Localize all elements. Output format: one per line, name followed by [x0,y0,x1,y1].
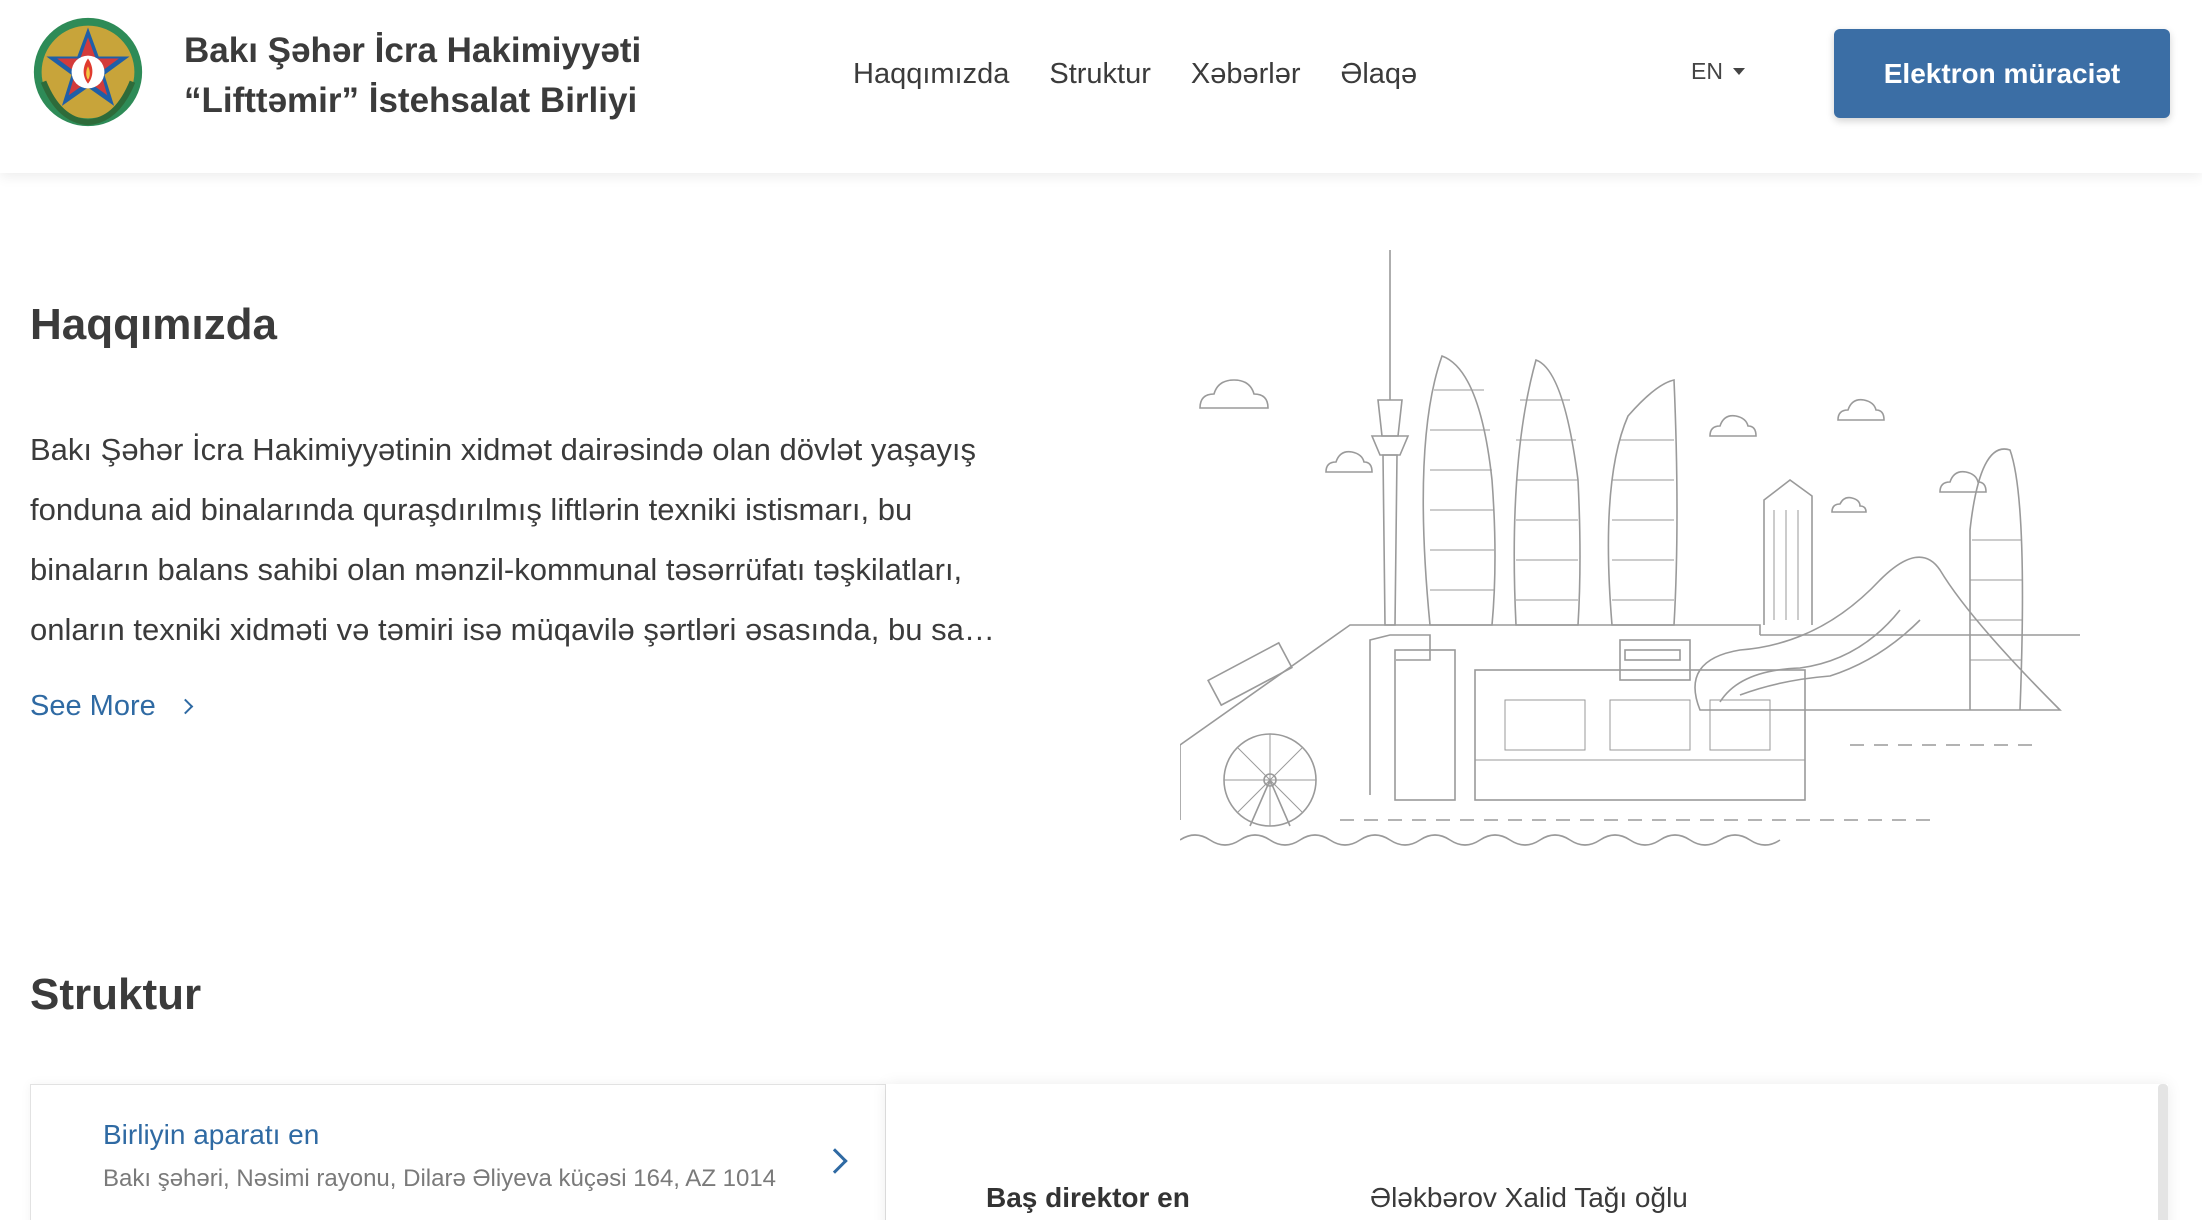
main-nav: Haqqımızda Struktur Xəbərlər Əlaqə [853,50,1457,98]
chevron-right-icon [822,1148,848,1174]
role-label: Baş direktor en [986,1182,1190,1213]
electronic-appeal-button[interactable]: Elektron müraciət [1834,29,2170,118]
nav-xeberler[interactable]: Xəbərlər [1191,50,1301,98]
role-value: Ələkbərov Xalid Tağı oğlu [1370,1182,1688,1213]
organization-title[interactable]: Bakı Şəhər İcra Hakimiyyəti “Lifttəmir” … [184,26,641,126]
site-header: Bakı Şəhər İcra Hakimiyyəti “Lifttəmir” … [0,0,2202,173]
unit-address: Bakı şəhəri, Nəsimi rayonu, Dilarə Əliye… [103,1165,777,1192]
skyline-illustration [1180,250,2080,846]
org-title-line1: Bakı Şəhər İcra Hakimiyyəti [184,31,642,70]
chevron-right-icon [177,698,194,715]
about-text-line: onların texniki xidməti və təmiri isə mü… [30,612,995,647]
structure-details-panel: Baş direktor en Ələkbərov Xalid Tağı oğl… [886,1084,2168,1220]
about-text-line: Bakı Şəhər İcra Hakimiyyətinin xidmət da… [30,432,976,467]
structure-unit-card[interactable]: Birliyin aparatı en Bakı şəhəri, Nəsimi … [30,1084,886,1220]
nav-struktur[interactable]: Struktur [1049,50,1151,98]
language-label: EN [1691,58,1723,84]
org-title-line2: “Lifttəmir” İstehsalat Birliyi [184,81,638,120]
about-text-line: fonduna aid binalarında quraşdırılmış li… [30,492,913,527]
nav-elaqe[interactable]: Əlaqə [1341,50,1418,98]
caret-down-icon [1732,68,1745,75]
nav-haqqimizda[interactable]: Haqqımızda [853,50,1009,98]
emblem-logo[interactable] [30,14,146,130]
about-text-line: binaların balans sahibi olan mənzil-komm… [30,552,963,587]
about-text: Bakı Şəhər İcra Hakimiyyətinin xidmət da… [30,420,1040,660]
unit-name: Birliyin aparatı en [103,1119,320,1150]
see-more-label: See More [30,690,156,722]
language-selector[interactable]: EN [1691,58,1745,85]
see-more-link[interactable]: See More [30,690,194,723]
structure-title: Struktur [30,970,202,1019]
about-title: Haqqımızda [30,300,277,349]
panel-scrollbar[interactable] [2158,1084,2168,1220]
